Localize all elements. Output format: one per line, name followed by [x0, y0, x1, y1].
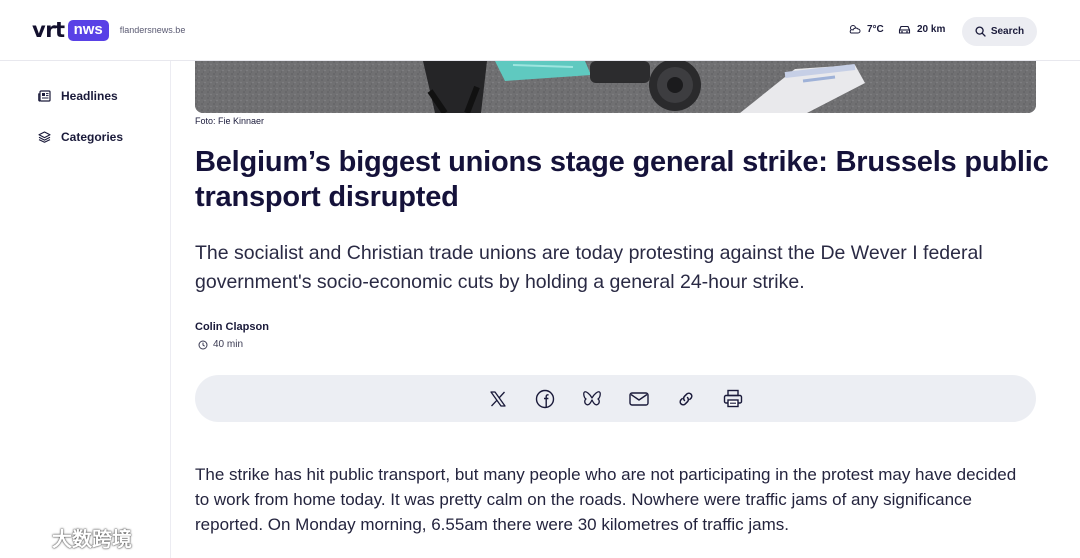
mail-icon [629, 391, 649, 406]
vrt-nws-logo[interactable]: vrt nws flandersnews.be [32, 19, 185, 41]
article-lead: The socialist and Christian trade unions… [195, 242, 983, 293]
clock-icon [198, 340, 208, 349]
sidebar-item-label: Categories [61, 130, 124, 144]
search-label: Search [990, 26, 1025, 37]
share-mail-button[interactable] [628, 387, 651, 410]
share-bar [195, 375, 1036, 422]
hero-photo [195, 61, 1036, 113]
article-title: Belgium’s biggest unions stage general s… [195, 146, 1049, 213]
traffic-km: 20 km [917, 24, 946, 35]
share-link-button[interactable] [675, 387, 698, 410]
time-ago: 40 min [213, 339, 244, 350]
weather-cloud-icon [849, 25, 861, 34]
photo-caption: Foto: Fie Kinnaer [195, 116, 265, 126]
watermark-text: 大数跨境 [52, 529, 132, 551]
watermark-logo-icon [9, 528, 44, 547]
newspaper-icon [38, 90, 51, 102]
logo-vrt-text: vrt [32, 18, 65, 42]
sidebar-item-label: Headlines [61, 89, 118, 103]
logo-domain: flandersnews.be [119, 25, 186, 35]
x-icon [490, 390, 506, 407]
car-icon [898, 25, 911, 34]
sidebar-item-categories[interactable]: Categories [38, 130, 123, 144]
search-icon [975, 26, 986, 37]
article-time: 40 min [198, 339, 243, 350]
watermark: 大数跨境 [8, 523, 132, 552]
print-icon [723, 389, 743, 408]
weather-temperature: 7°C [867, 24, 884, 35]
sidebar: Headlines Categories [0, 61, 171, 558]
share-bluesky-button[interactable] [581, 387, 604, 410]
traffic-widget[interactable]: 20 km [898, 24, 945, 35]
top-header: vrt nws flandersnews.be 7°C 20 km Search [0, 0, 1080, 61]
sidebar-item-headlines[interactable]: Headlines [38, 89, 118, 103]
weather-widget[interactable]: 7°C [848, 24, 884, 35]
share-x-button[interactable] [487, 387, 510, 410]
article-body-paragraph: The strike has hit public transport, but… [195, 465, 1017, 534]
layers-icon [38, 131, 51, 143]
bluesky-icon [583, 390, 601, 405]
facebook-icon [535, 389, 555, 408]
link-icon [679, 391, 693, 406]
logo-news-badge: nws [67, 19, 109, 41]
article-author[interactable]: Colin Clapson [195, 321, 269, 333]
share-print-button[interactable] [722, 387, 745, 410]
search-button[interactable]: Search [962, 17, 1037, 46]
article-hero-image [195, 61, 1036, 113]
share-facebook-button[interactable] [534, 387, 557, 410]
